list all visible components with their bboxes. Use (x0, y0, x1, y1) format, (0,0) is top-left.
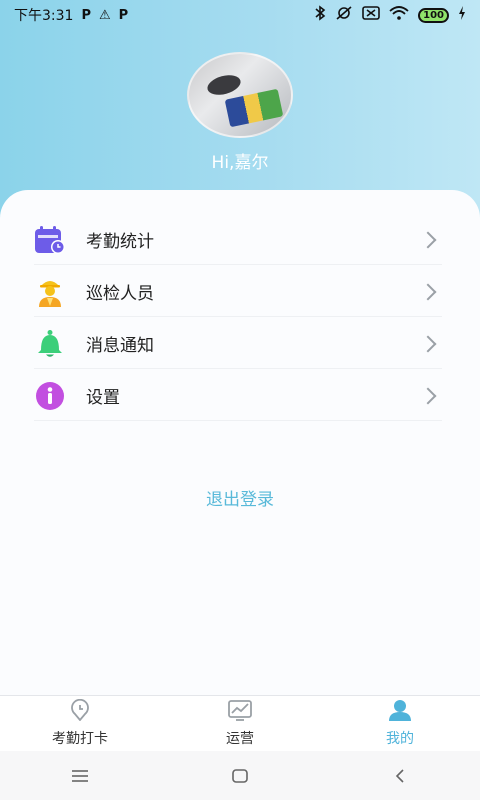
parking-notification-icon: P (81, 7, 91, 23)
menu-panel: 考勤统计 巡检人员 消息通知 设置 (0, 190, 480, 695)
chart-icon (228, 699, 252, 725)
menu-item-settings[interactable]: 设置 (34, 371, 442, 421)
home-nav-button[interactable] (220, 761, 260, 791)
tab-mine[interactable]: 我的 (320, 696, 480, 751)
tab-attendance[interactable]: 考勤打卡 (0, 696, 160, 751)
menu-item-inspectors[interactable]: 巡检人员 (34, 267, 442, 317)
tab-label: 运营 (226, 731, 254, 747)
menu-item-label: 巡检人员 (86, 284, 154, 304)
charging-icon (458, 6, 466, 24)
menu-item-attendance-stats[interactable]: 考勤统计 (34, 215, 442, 265)
chevron-right-icon (419, 335, 437, 352)
status-bar: 下午3:31 P ⚠ P 100 (0, 0, 480, 30)
inspector-person-icon (34, 276, 66, 308)
greeting-text: Hi,嘉尔 (211, 153, 269, 173)
logout-button[interactable]: 退出登录 (0, 485, 480, 510)
bell-icon (34, 328, 66, 360)
mute-alarm-icon (335, 5, 353, 25)
tab-operations[interactable]: 运营 (160, 696, 320, 751)
calendar-clock-icon (34, 224, 66, 256)
no-sim-icon (362, 6, 380, 24)
warning-notification-icon: ⚠ (98, 7, 111, 23)
person-icon (388, 699, 412, 725)
menu-nav-button[interactable] (60, 761, 100, 791)
system-nav-bar (0, 751, 480, 800)
chevron-right-icon (419, 283, 437, 300)
menu-item-label: 考勤统计 (86, 232, 154, 252)
avatar[interactable] (187, 52, 293, 138)
battery-icon: 100 (418, 7, 449, 23)
chevron-right-icon (419, 387, 437, 404)
parking-notification-icon-2: P (118, 7, 129, 23)
menu-item-notifications[interactable]: 消息通知 (34, 319, 442, 369)
status-time: 下午3:31 (14, 8, 74, 24)
tab-label: 考勤打卡 (52, 731, 108, 747)
chevron-right-icon (419, 231, 437, 248)
tab-label: 我的 (386, 731, 414, 747)
menu-item-label: 消息通知 (86, 336, 154, 356)
menu-item-label: 设置 (86, 388, 120, 408)
wifi-icon (389, 6, 409, 24)
bottom-tab-bar: 考勤打卡 运营 我的 (0, 695, 480, 751)
clock-pin-icon (69, 698, 91, 725)
info-icon (34, 380, 66, 412)
bluetooth-icon (314, 5, 326, 25)
back-nav-button[interactable] (380, 761, 420, 791)
